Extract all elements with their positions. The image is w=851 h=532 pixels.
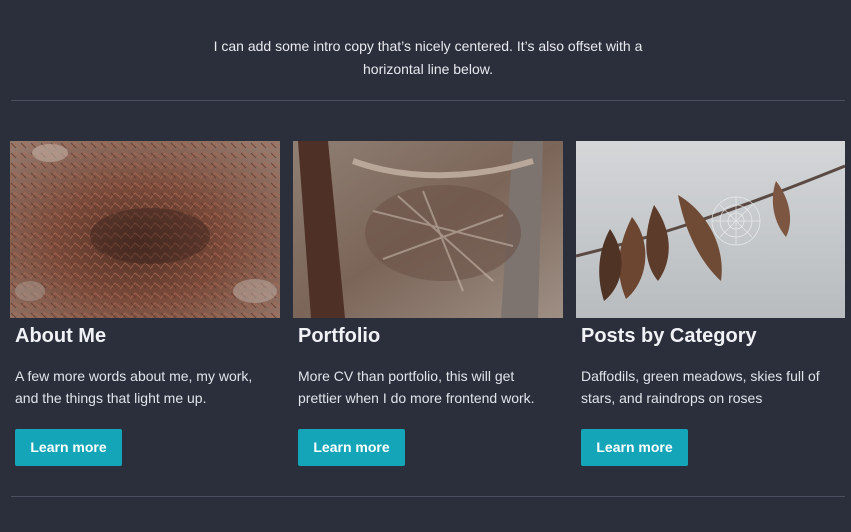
card-description-about-me: A few more words about me, my work, and …	[15, 368, 253, 406]
card-image-about-me	[10, 141, 280, 318]
tree-nest-image	[293, 141, 563, 318]
learn-more-button-posts-by-category[interactable]: Learn more	[581, 429, 688, 466]
card-title-about-me: About Me	[15, 325, 107, 347]
card-description-posts-by-category: Daffodils, green meadows, skies full of …	[581, 368, 820, 406]
top-divider	[11, 100, 845, 101]
card-portfolio: Portfolio More CV than portfolio, this w…	[293, 141, 563, 466]
card-description-portfolio: More CV than portfolio, this will get pr…	[298, 368, 535, 406]
learn-more-button-portfolio[interactable]: Learn more	[298, 429, 405, 466]
card-image-posts-by-category	[576, 141, 845, 318]
card-title-portfolio: Portfolio	[298, 325, 381, 347]
ground-nest-image	[10, 141, 280, 318]
card-image-portfolio	[293, 141, 563, 318]
card-title-posts-by-category: Posts by Category	[581, 325, 757, 347]
bottom-divider	[11, 496, 845, 497]
card-about-me: About Me A few more words about me, my w…	[10, 141, 280, 466]
card-posts-by-category: Posts by Category Daffodils, green meado…	[576, 141, 845, 466]
leaf-branch-image	[576, 141, 845, 318]
intro-text: I can add some intro copy that’s nicely …	[213, 38, 643, 77]
learn-more-button-about-me[interactable]: Learn more	[15, 429, 122, 466]
